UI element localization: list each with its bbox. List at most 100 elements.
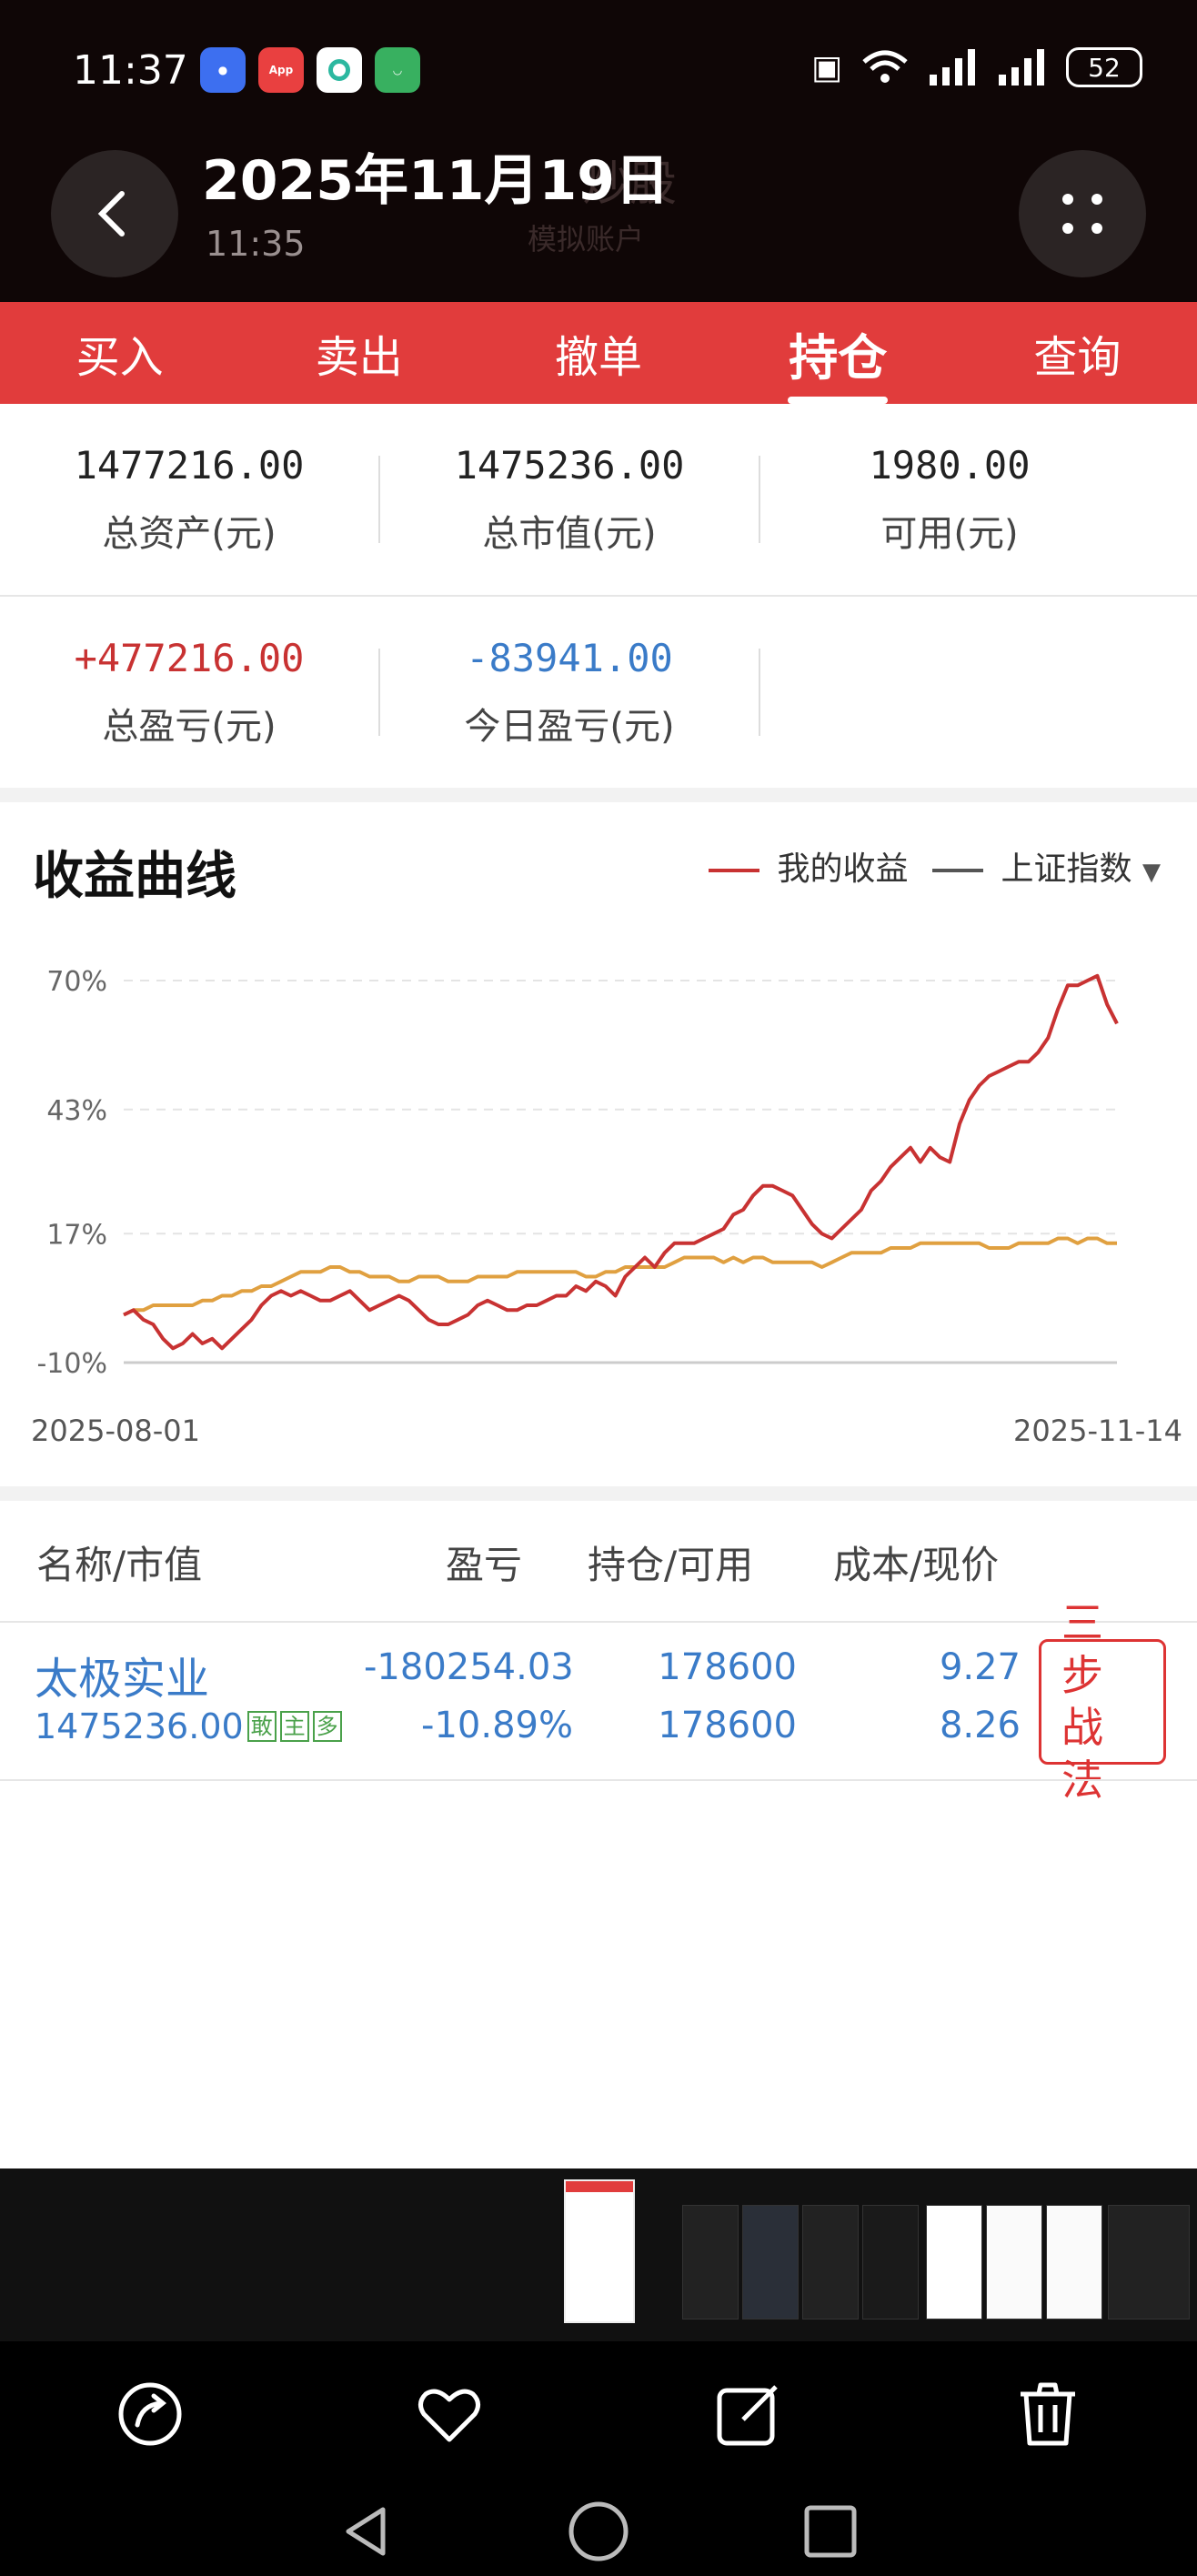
thumbnail[interactable] [986,2205,1042,2319]
ghost-subtitle: 模拟账户 [528,222,645,257]
header-pnl: 盈亏 [446,1542,523,1587]
tab-query[interactable]: 查询 [958,302,1197,404]
nav-recents-icon[interactable] [803,2504,858,2559]
divider [0,1779,1197,1781]
total-assets-label: 总资产(元) [102,512,277,555]
legend-index-label: 上证指数 [1001,850,1132,888]
series-line-mine [123,973,1119,1351]
tab-holdings[interactable]: 持仓 [719,302,958,404]
stat-total-pnl: +477216.00 总盈亏(元) [0,597,378,788]
message-icon: ● [200,47,246,93]
legend-mine-swatch [708,869,759,872]
edit-icon[interactable] [712,2378,785,2450]
market-value: 1475236.00 [35,1706,244,1746]
trade-tabbar: 买入 卖出 撤单 持仓 查询 [0,302,1197,404]
series-line-index [123,1236,1117,1317]
main-content: 1477216.00 总资产(元) 1475236.00 总市值(元) 1980… [0,404,1197,2168]
wifi-icon [862,50,908,83]
header-position: 持仓/可用 [588,1542,754,1587]
nav-back-icon[interactable] [339,2504,394,2559]
gallery-actions [0,2341,1197,2487]
market-value-label: 总市值(元) [482,512,657,555]
x-tick-end: 2025-11-14 [1013,1414,1182,1448]
market-value-value: 1475236.00 [454,442,685,488]
holdings-header: 名称/市值 盈亏 持仓/可用 成本/现价 [0,1503,1197,1621]
cost-price: 9.27 [939,1646,1021,1688]
more-button[interactable] [1019,150,1146,277]
holding-row[interactable]: 太极实业 1475236.00 敢 主 多 -180254.03 -10.89%… [0,1598,1197,1805]
mi-app-icon: ◡ [375,47,420,93]
thumbnail[interactable] [742,2205,799,2319]
y-tick-label: 43% [46,1095,107,1127]
section-gap [0,788,1197,802]
current-thumbnail[interactable] [564,2179,635,2323]
thumbnail[interactable] [926,2205,982,2319]
current-price: 8.26 [939,1705,1021,1746]
stock-name[interactable]: 太极实业 [35,1643,209,1706]
stat-available: 1980.00 可用(元) [760,404,1139,595]
delete-icon[interactable] [1011,2378,1084,2450]
today-pnl-value: -83941.00 [466,635,673,680]
section-gap [0,1486,1197,1501]
three-step-strategy-button[interactable]: 三步战法 [1039,1598,1166,1805]
stat-empty [760,597,1139,788]
tag-badge: 主 [279,1711,309,1742]
more-dots-icon [1062,194,1102,234]
nav-home-icon[interactable] [567,2500,630,2563]
dropdown-caret-icon: ▼ [1142,859,1161,886]
stat-market-value: 1475236.00 总市值(元) [380,404,759,595]
tab-sell[interactable]: 卖出 [239,302,478,404]
stock-market-value: 1475236.00 敢 主 多 [35,1706,342,1746]
tab-buy[interactable]: 买入 [0,302,239,404]
photo-date-title: 2025年11月19日 [202,149,669,213]
battery-indicator: 52 [1066,47,1142,87]
top-header: 11:37 ● App ◡ ▣ 52 炒股 模拟账户 2025年11月19日 1… [0,0,1197,302]
thumbnail[interactable] [1046,2205,1102,2319]
thumb-header [566,2181,633,2192]
available-qty: 178600 [658,1705,797,1746]
status-right: ▣ 52 [811,47,1142,87]
today-pnl-label: 今日盈亏(元) [464,705,675,748]
thumbnail[interactable] [1108,2205,1190,2319]
favorite-icon[interactable] [413,2378,486,2450]
legend-index[interactable]: 上证指数 ▼ [931,842,1161,890]
total-pnl-label: 总盈亏(元) [102,705,277,748]
signal-icon-1 [930,49,975,86]
y-tick-label: 70% [46,966,107,998]
y-tick-label: 17% [46,1219,107,1251]
total-pnl-value: +477216.00 [74,635,305,680]
back-button[interactable] [51,150,178,277]
x-tick-start: 2025-08-01 [31,1414,200,1448]
legend-index-swatch [931,869,983,872]
system-navbar [0,2487,1197,2576]
signal-icon-2 [999,49,1044,86]
tag-badge: 多 [312,1711,342,1742]
header-cost: 成本/现价 [833,1542,1000,1587]
back-arrow-icon [97,191,125,236]
thumbnail[interactable] [862,2205,919,2319]
header-name: 名称/市值 [36,1542,203,1587]
app-gallery-icon: App [258,47,304,93]
share-icon[interactable] [114,2378,186,2450]
available-value: 1980.00 [869,442,1031,488]
total-assets-value: 1477216.00 [74,442,305,488]
notification-icons: ● App ◡ [200,47,420,93]
stat-total-assets: 1477216.00 总资产(元) [0,404,378,595]
tab-cancel[interactable]: 撤单 [478,302,718,404]
thumbnail[interactable] [802,2205,859,2319]
nfc-icon: ▣ [810,48,842,86]
legend-mine: 我的收益 [708,842,909,890]
legend-mine-label: 我的收益 [777,850,909,888]
camera-app-icon [317,47,362,93]
photo-time: 11:35 [206,224,306,264]
y-tick-label: -10% [36,1348,107,1380]
thumbnail[interactable] [682,2205,739,2319]
chart-title: 收益曲线 [33,847,236,906]
stats-row-2: +477216.00 总盈亏(元) -83941.00 今日盈亏(元) [0,597,1197,788]
stat-today-pnl: -83941.00 今日盈亏(元) [380,597,759,788]
stats-row-1: 1477216.00 总资产(元) 1475236.00 总市值(元) 1980… [0,404,1197,595]
chart-legend: 我的收益 上证指数 ▼ [708,842,1161,890]
pnl-amount: -180254.03 [364,1646,574,1688]
position-qty: 178600 [658,1646,797,1688]
gallery-filmstrip[interactable] [0,2168,1197,2341]
